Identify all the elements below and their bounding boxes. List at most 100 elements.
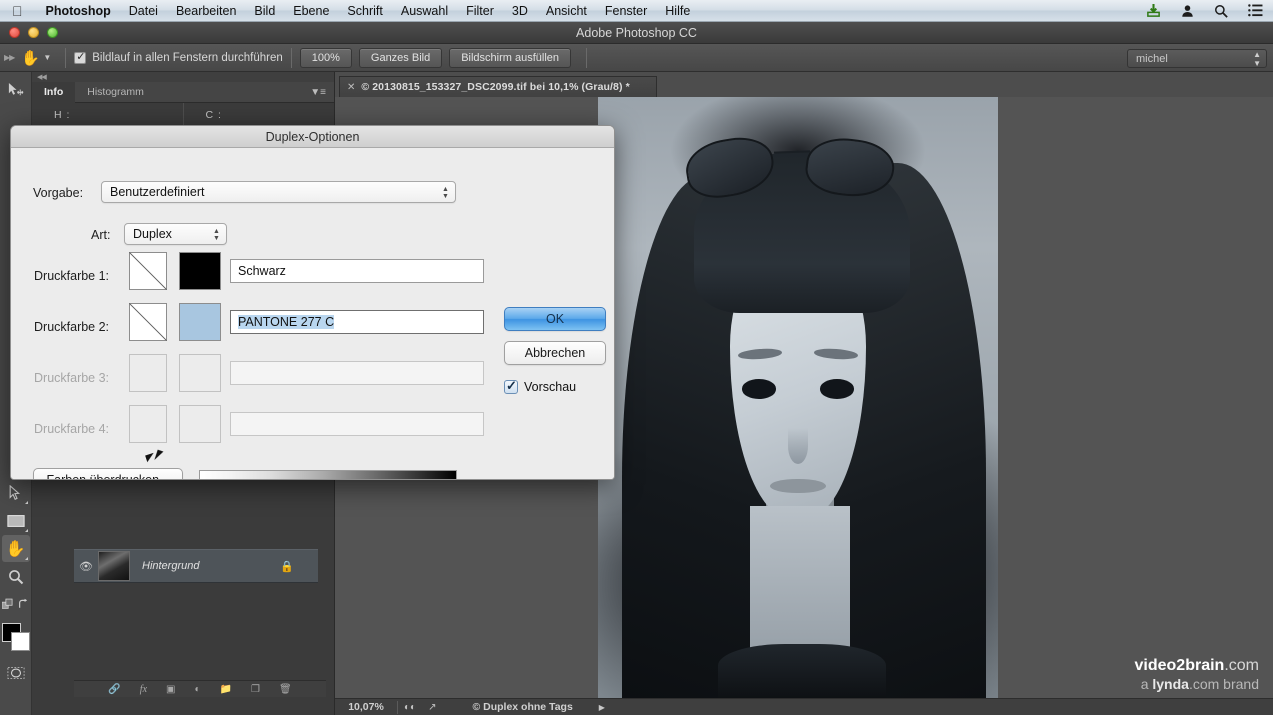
panel-menu-icon[interactable]: ▼≡ — [310, 87, 326, 98]
panel-collapse-bar[interactable]: ◀◀ — [32, 72, 334, 82]
type-value: Duplex — [133, 227, 172, 241]
ink-2-label: Druckfarbe 2: — [34, 320, 110, 334]
share-icon[interactable]: ↗ — [422, 702, 442, 713]
ink-2-name-input[interactable]: PANTONE 277 C — [230, 310, 484, 334]
menu-item-schrift[interactable]: Schrift — [338, 4, 391, 18]
menu-item-photoshop[interactable]: Photoshop — [37, 4, 120, 18]
trash-icon[interactable]: 🗑 — [279, 684, 292, 695]
menu-item-auswahl[interactable]: Auswahl — [392, 4, 457, 18]
fx-icon[interactable]: fx — [140, 684, 147, 695]
document-tab[interactable]: ✕ © 20130815_153327_DSC2099.tif bei 10,1… — [339, 76, 657, 97]
mask-icon[interactable]: ▣ — [166, 684, 175, 695]
portrait-neck — [750, 505, 850, 650]
tab-info[interactable]: Info — [32, 81, 76, 103]
list-icon[interactable] — [1238, 0, 1273, 22]
divider — [586, 47, 588, 68]
ink-1-color-swatch[interactable] — [179, 252, 221, 290]
quick-mask-icon[interactable] — [2, 659, 30, 686]
fit-image-button[interactable]: Ganzes Bild — [358, 47, 443, 68]
divider — [290, 47, 292, 68]
link-icon[interactable]: 🔗 — [108, 684, 120, 695]
adjustment-icon[interactable]: ◐ — [194, 684, 200, 695]
search-icon[interactable] — [1204, 0, 1238, 22]
layer-row-hintergrund[interactable]: 👁 Hintergrund 🔒 — [74, 549, 318, 583]
download-icon[interactable] — [1136, 0, 1171, 22]
zoom-level[interactable]: 10,07% — [335, 701, 397, 713]
preview-checkbox[interactable] — [504, 378, 518, 394]
menu-item-ebene[interactable]: Ebene — [284, 4, 338, 18]
overprint-colors-button[interactable]: Farben überdrucken... — [33, 468, 183, 479]
move-tool[interactable] — [2, 77, 30, 104]
fill-screen-button[interactable]: Bildschirm ausfüllen — [449, 47, 572, 68]
eye-icon[interactable]: 👁 — [74, 560, 98, 573]
menu-item-ansicht[interactable]: Ansicht — [537, 4, 596, 18]
ink-2-curve-swatch[interactable] — [129, 303, 167, 341]
mouse-cursor — [145, 452, 156, 463]
ink-1-curve-swatch[interactable] — [129, 252, 167, 290]
background-color-swatch[interactable] — [10, 632, 30, 651]
portrait-eye-left — [742, 379, 776, 399]
preset-select[interactable]: Benutzerdefiniert ▲ ▼ — [101, 181, 456, 203]
ink-2-color-swatch[interactable] — [179, 303, 221, 341]
chevron-down-icon[interactable]: ▼ — [43, 53, 51, 62]
path-selection-tool[interactable] — [2, 479, 30, 506]
new-layer-icon[interactable]: ❐ — [251, 684, 260, 695]
portrait-clothing — [718, 643, 886, 698]
zoom-tool[interactable] — [2, 563, 30, 590]
info-panel-header: Info Histogramm ▼≡ — [32, 81, 334, 103]
stepper-icon[interactable]: ▲ ▼ — [440, 184, 451, 202]
menu-item-bild[interactable]: Bild — [245, 4, 284, 18]
preview-label: Vorschau — [524, 380, 577, 394]
stepper-icon[interactable]: ▲ ▼ — [1253, 50, 1261, 68]
options-bar-grip: ▶▶ — [4, 53, 15, 62]
minimize-button[interactable] — [28, 27, 39, 38]
menu-item-bearbeiten[interactable]: Bearbeiten — [167, 4, 245, 18]
chevron-right-icon[interactable]: ▶ — [599, 703, 605, 712]
stepper-icon[interactable]: ▲ ▼ — [211, 226, 222, 244]
mac-menu-bar:  Photoshop Datei Bearbeiten Bild Ebene … — [0, 0, 1273, 22]
ink-3-label: Druckfarbe 3: — [34, 371, 110, 385]
menu-item-3d[interactable]: 3D — [503, 4, 537, 18]
window-controls — [9, 27, 58, 38]
tool-more-triangle — [24, 557, 28, 560]
portrait-nose — [788, 427, 808, 464]
apple-icon[interactable]:  — [12, 4, 23, 18]
document-info: © Duplex ohne Tags — [472, 701, 573, 713]
tab-histogramm[interactable]: Histogramm — [75, 82, 156, 103]
scroll-all-windows-checkbox[interactable]: Bildlauf in allen Fenstern durchführen — [74, 50, 283, 64]
type-select[interactable]: Duplex ▲ ▼ — [124, 223, 227, 245]
scroll-all-windows-label: Bildlauf in allen Fenstern durchführen — [92, 51, 283, 64]
lock-icon[interactable]: 🔒 — [280, 560, 294, 573]
close-tab-icon[interactable]: ✕ — [347, 82, 355, 93]
ink-1-name-input[interactable]: Schwarz — [230, 259, 484, 283]
zoom-button[interactable] — [47, 27, 58, 38]
tool-more-triangle — [24, 501, 28, 504]
ink-1-name-value: Schwarz — [238, 264, 286, 278]
menu-item-hilfe[interactable]: Hilfe — [656, 4, 699, 18]
color-swatches[interactable] — [1, 623, 30, 653]
proof-colors-icon[interactable]: ◐◐ — [398, 702, 422, 713]
checkbox-box[interactable] — [74, 50, 87, 64]
ok-button[interactable]: OK — [504, 307, 606, 331]
hand-tool-icon[interactable]: ✋ — [17, 49, 43, 67]
layers-panel: 👁 Hintergrund 🔒 🔗 fx ▣ ◐ 📁 ❐ 🗑 — [74, 477, 326, 697]
hand-tool[interactable]: ✋ — [1, 535, 30, 562]
user-icon[interactable] — [1171, 0, 1204, 22]
ink-3-curve-swatch — [129, 354, 167, 392]
close-button[interactable] — [9, 27, 20, 38]
preset-label: Vorgabe: — [33, 186, 84, 200]
collapse-left-icon[interactable]: ◀◀ — [32, 73, 47, 81]
menu-item-fenster[interactable]: Fenster — [596, 4, 656, 18]
ink-2-name-value: PANTONE 277 C — [238, 315, 335, 329]
ink-4-color-swatch — [179, 405, 221, 443]
folder-icon[interactable]: 📁 — [220, 684, 232, 695]
rectangle-tool[interactable] — [2, 507, 30, 534]
zoom-100-button[interactable]: 100% — [299, 47, 352, 68]
menu-item-filter[interactable]: Filter — [457, 4, 503, 18]
menu-item-datei[interactable]: Datei — [120, 4, 167, 18]
cancel-button[interactable]: Abbrechen — [504, 341, 606, 365]
duotone-gradient-preview — [199, 470, 457, 479]
workspace-select[interactable]: michel ▲ ▼ — [1127, 49, 1267, 68]
preview-checkbox-row[interactable]: Vorschau — [504, 378, 577, 394]
screen-mode-and-swap[interactable] — [1, 591, 30, 618]
